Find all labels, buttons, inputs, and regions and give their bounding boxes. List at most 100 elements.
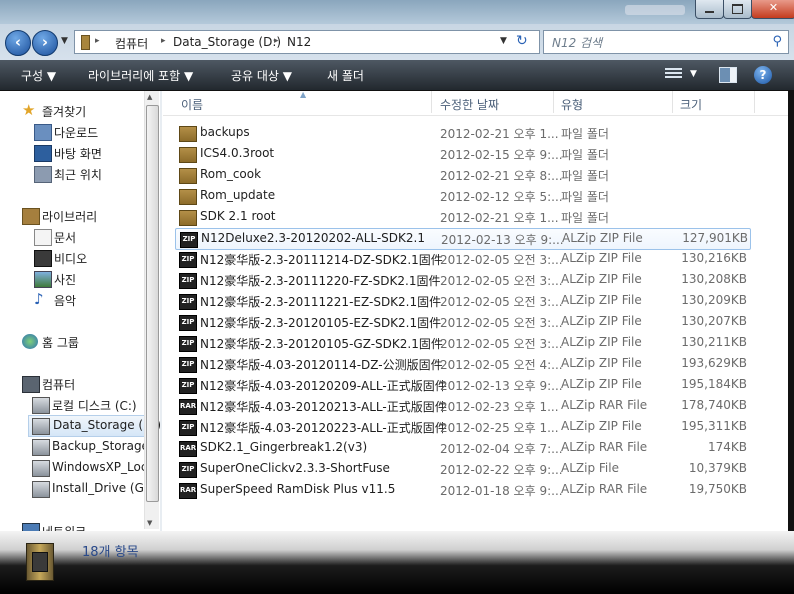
recent-pages-dropdown[interactable]: ▼ [61,36,68,46]
refresh-icon[interactable]: ↻ [516,33,528,49]
folder-row[interactable]: ICS4.0.3root 2012-02-15 오후 9:... 파일 폴더 [175,144,749,164]
file-row[interactable]: ZIP SuperOneClickv2.3.3-ShortFuse 2012-02-… [175,459,749,479]
chevron-right-icon[interactable]: ▸ [274,36,279,46]
view-dropdown[interactable]: ▼ [690,69,697,79]
scroll-down-icon[interactable]: ▼ [147,519,152,527]
file-row[interactable]: ZIP N12豪华版-2.3-20120105-GZ-SDK2.1固件 2012-0… [175,333,749,353]
share-with-menu[interactable]: 공유 대상 ▼ [231,67,292,84]
column-divider[interactable] [754,91,755,113]
column-name[interactable]: 이름 [181,96,203,113]
scroll-up-icon[interactable]: ▲ [147,93,152,101]
file-row[interactable]: RAR SDK2.1_Gingerbreak1.2(v3) 2012-02-04 오… [175,438,749,458]
file-type: ALZip ZIP File [561,251,642,265]
help-button[interactable]: ? [754,66,772,84]
file-type: ALZip RAR File [561,482,648,496]
file-row[interactable]: ZIP N12豪华版-2.3-20120105-EZ-SDK2.1固件 2012-0… [175,312,749,332]
forward-button[interactable]: › [32,30,58,56]
file-date: 2012-02-21 오후 1... [440,127,559,141]
address-bar[interactable]: ▸ 컴퓨터 ▸ Data_Storage (D:) ▸ N12 ▼ ↻ [74,30,540,54]
folder-row[interactable]: Rom_update 2012-02-12 오후 5:... 파일 폴더 [175,186,749,206]
file-date: 2012-02-05 오전 3:... [440,337,563,351]
nav-downloads[interactable]: 다운로드 [34,122,140,142]
folder-row[interactable]: backups 2012-02-21 오후 1... 파일 폴더 [175,123,749,143]
file-row[interactable]: ZIP N12Deluxe2.3-20120202-ALL-SDK2.1 2012-… [175,228,751,250]
breadcrumb-computer[interactable]: 컴퓨터 [115,35,148,52]
file-row[interactable]: ZIP N12豪华版-2.3-20111221-EZ-SDK2.1固件 2012-0… [175,291,749,311]
folder-icon [179,126,197,142]
file-row[interactable]: RAR SuperSpeed RamDisk Plus v11.5 2012-01-… [175,480,749,500]
pane-divider[interactable] [160,91,162,531]
file-name: N12豪华版-2.3-20120105-EZ-SDK2.1固件 [200,316,442,330]
file-name: SuperOneClickv2.3.3-ShortFuse [200,461,390,475]
nav-drive-g[interactable]: Install_Drive (G:) [32,479,153,499]
file-row[interactable]: RAR N12豪华版-4.03-20120213-ALL-正式版固件 2012-02… [175,396,749,416]
zip-archive-icon: ZIP [179,420,197,436]
folder-row[interactable]: Rom_cook 2012-02-21 오후 8:... 파일 폴더 [175,165,749,185]
file-type: ALZip ZIP File [562,231,643,245]
zip-archive-icon: ZIP [179,294,197,310]
maximize-button[interactable] [723,0,752,19]
scrollbar-thumb[interactable] [146,105,159,502]
file-date: 2012-02-13 오후 9:... [441,233,564,247]
music-icon: ♪ [34,290,44,308]
nav-homegroup[interactable]: 홈 그룹 [22,332,140,352]
navigation-scrollbar[interactable]: ▲ ▼ [144,91,159,529]
file-name: N12豪华版-2.3-20111220-FZ-SDK2.1固件 [200,274,441,288]
nav-drive-d[interactable]: Data_Storage (D:) [28,415,160,437]
nav-music[interactable]: ♪ 음악 [34,290,140,310]
column-size[interactable]: 크기 [680,96,702,113]
zip-archive-icon: ZIP [179,378,197,394]
chevron-right-icon[interactable]: ▸ [161,36,166,46]
view-options-icon[interactable] [665,68,682,81]
download-icon [34,124,52,141]
preview-pane-icon[interactable] [719,67,737,83]
minimize-button[interactable] [695,0,724,19]
back-button[interactable]: ‹ [5,30,31,56]
breadcrumb-folder[interactable]: N12 [287,35,311,49]
nav-drive-e[interactable]: Backup_Storage ( [32,437,157,457]
file-name: ICS4.0.3root [200,146,275,160]
address-row: ‹ › ▼ ▸ 컴퓨터 ▸ Data_Storage (D:) ▸ N12 ▼ … [0,24,794,60]
file-row[interactable]: ZIP N12豪华版-4.03-20120114-DZ-公测版固件 2012-02-… [175,354,749,374]
file-row[interactable]: ZIP N12豪华版-2.3-20111214-DZ-SDK2.1固件 2012-0… [175,249,749,269]
nav-desktop[interactable]: 바탕 화면 [34,143,140,163]
zip-archive-icon: ZIP [179,462,197,478]
nav-favorites[interactable]: ★ 즐겨찾기 [22,101,140,121]
nav-network[interactable]: 네트워크 [22,521,140,531]
organize-menu[interactable]: 구성 ▼ [21,67,56,84]
nav-videos[interactable]: 비디오 [34,248,140,268]
include-in-library-menu[interactable]: 라이브러리에 포함 ▼ [88,67,193,84]
column-divider[interactable] [553,91,554,113]
nav-documents[interactable]: 문서 [34,227,140,247]
file-size: 10,379KB [688,461,747,475]
breadcrumb-drive[interactable]: Data_Storage (D:) [173,35,281,49]
library-icon [22,208,40,225]
column-divider[interactable] [672,91,673,113]
chevron-right-icon[interactable]: ▸ [95,36,100,46]
nav-computer[interactable]: 컴퓨터 [22,374,140,394]
column-type[interactable]: 유형 [561,96,583,113]
nav-pictures[interactable]: 사진 [34,269,140,289]
video-icon [34,250,52,267]
file-type: 파일 폴더 [561,190,609,204]
search-icon[interactable]: ⚲ [772,34,782,49]
network-icon [22,523,40,531]
file-row[interactable]: ZIP N12豪华版-4.03-20120223-ALL-正式版固件 2012-02… [175,417,749,437]
search-input[interactable]: N12 검색 ⚲ [543,30,789,54]
nav-recent-places[interactable]: 최근 위치 [34,164,140,184]
close-button[interactable]: ✕ [751,0,794,19]
file-name: N12豪华版-4.03-20120114-DZ-公测版固件 [200,358,443,372]
file-row[interactable]: ZIP N12豪华版-2.3-20111220-FZ-SDK2.1固件 2012-0… [175,270,749,290]
new-folder-button[interactable]: 새 폴더 [327,67,364,84]
file-size: 174KB [707,440,747,454]
column-divider[interactable] [431,91,432,113]
address-dropdown[interactable]: ▼ [500,36,507,46]
nav-libraries[interactable]: 라이브러리 [22,206,140,226]
file-row[interactable]: ZIP N12豪华版-4.03-20120209-ALL-正式版固件 2012-02… [175,375,749,395]
navigation-pane: ★ 즐겨찾기 다운로드 바탕 화면 최근 위치 라이브러리 문서 비디오 사진 … [0,91,160,531]
folder-row[interactable]: SDK 2.1 root 2012-02-21 오후 1... 파일 폴더 [175,207,749,227]
nav-drive-f[interactable]: WindowsXP_Loca [32,458,155,478]
column-date[interactable]: 수정한 날짜 [440,96,499,113]
nav-drive-c[interactable]: 로컬 디스크 (C:) [32,395,148,415]
file-type: ALZip RAR File [561,398,648,412]
